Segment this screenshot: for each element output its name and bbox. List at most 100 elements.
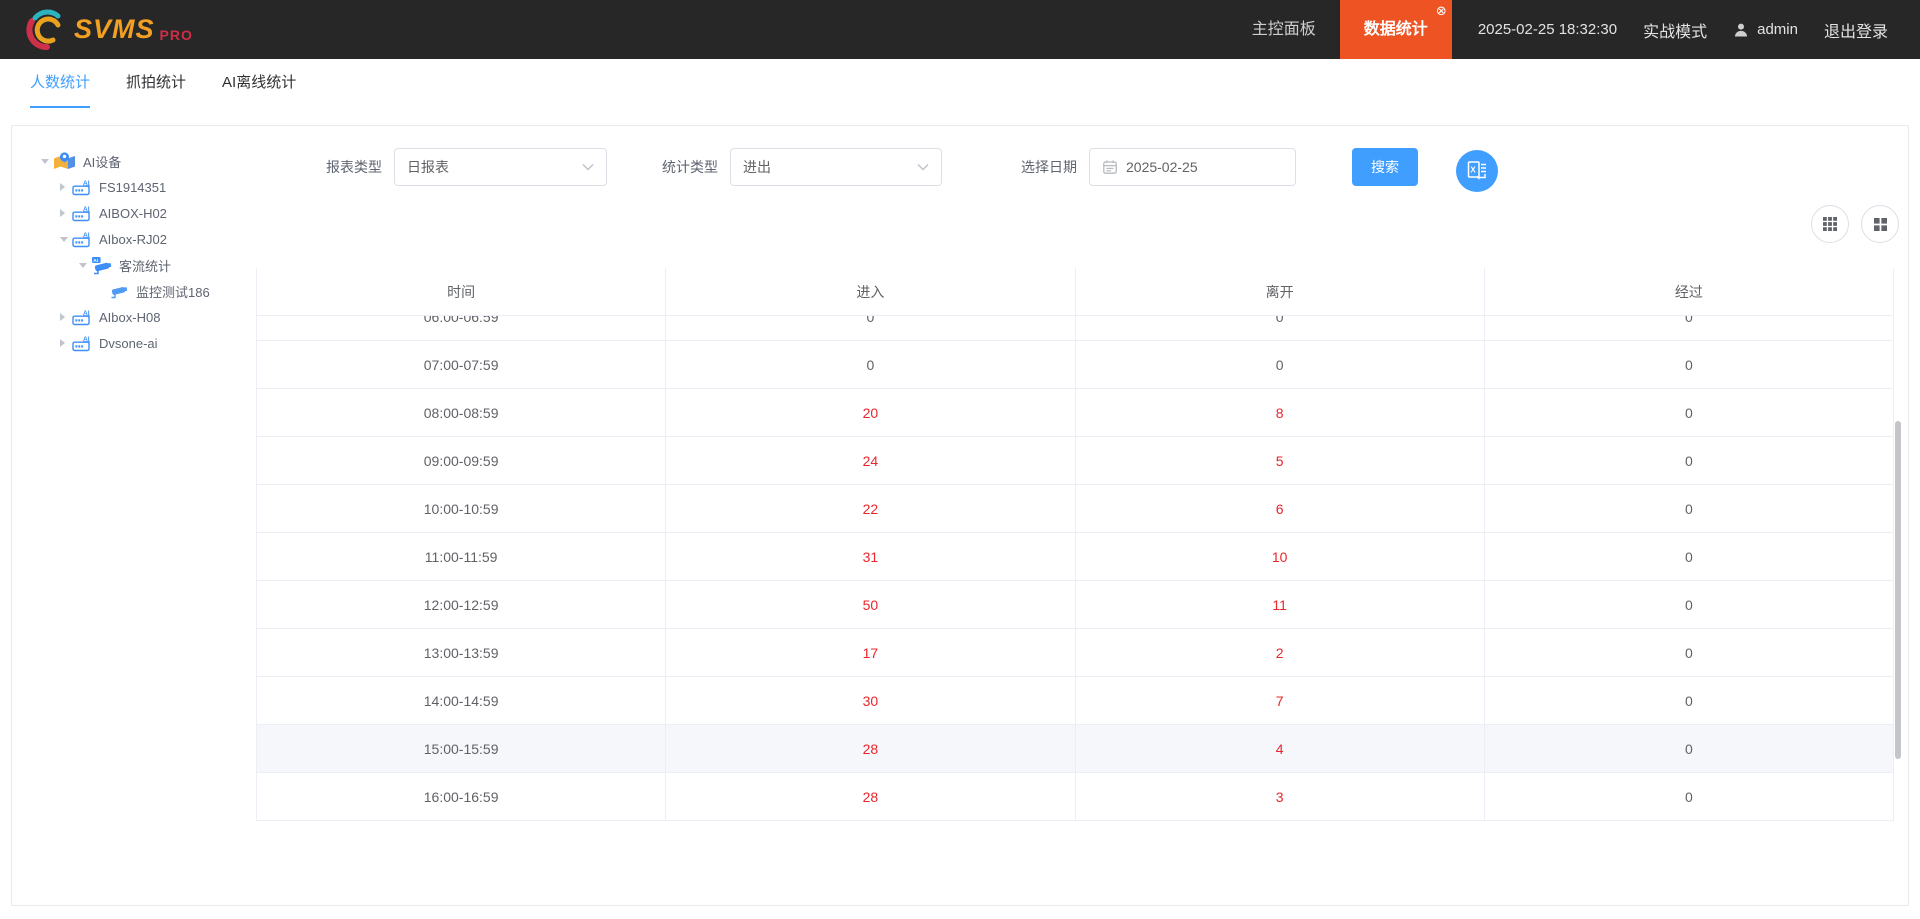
table-header: 时间 进入 离开 经过: [257, 268, 1893, 316]
table-view-button[interactable]: [1811, 205, 1849, 243]
cell-out: 0: [1076, 316, 1485, 340]
cell-pass: 0: [1684, 404, 1693, 421]
cell-out: 10: [1076, 533, 1485, 580]
table-row: 16:00-16:59 28 3 0: [257, 773, 1893, 821]
tree-caret-icon[interactable]: [60, 236, 72, 242]
table-body-scroll-content: 06:00-06:59 0 0 0 07:00-07:59 0 0 0 08:00-08:59 2…: [257, 316, 1893, 821]
logout-button[interactable]: 退出登录: [1824, 18, 1888, 42]
tree-caret-icon[interactable]: [41, 158, 53, 164]
column-header: 进入: [666, 268, 1076, 315]
tab-人数统计[interactable]: 人数统计: [30, 59, 91, 108]
ai-box-icon: AI: [72, 179, 92, 196]
stat-type-label: 统计类型: [662, 159, 718, 175]
tree-node-FS1914351[interactable]: AI FS1914351: [31, 174, 261, 200]
cell-time: 10:00-10:59: [257, 485, 667, 532]
cell-pass: 0: [1684, 692, 1693, 709]
app-root: SVMS PRO 主控面板 数据统计 ⊗ 2025-02-25 18:32:30 实…: [0, 0, 1920, 919]
calendar-icon: [1103, 160, 1117, 174]
table-row: 08:00-08:59 20 8 0: [257, 389, 1893, 437]
stat-type-filter: 统计类型 进出: [662, 148, 942, 186]
tree-node-label: Dvsone-ai: [99, 335, 158, 351]
cell-time: 06:00-06:59: [257, 316, 667, 340]
logo-suffix: PRO: [159, 26, 193, 43]
ai-box-icon: AI: [72, 309, 92, 326]
table-body: 06:00-06:59 0 0 0 07:00-07:59 0 0 0 08:00-08:59 2…: [257, 316, 1893, 821]
nav-item-label: 主控面板: [1251, 21, 1316, 38]
cell-in: 0: [666, 316, 1076, 340]
tree-node-AIbox-H08[interactable]: AI AIbox-H08: [31, 304, 261, 330]
stat-type-value: 进出: [743, 159, 771, 175]
cell-time: 14:00-14:59: [257, 677, 667, 724]
ai-box-icon: AI: [72, 335, 92, 352]
cell-out: 2: [1076, 629, 1485, 676]
report-type-filter: 报表类型 日报表: [326, 148, 607, 186]
top-navigation: 主控面板 数据统计 ⊗: [1228, 0, 1452, 59]
cell-time: 13:00-13:59: [257, 629, 667, 676]
cell-in: 22: [666, 485, 1076, 532]
tree-node-label: AIBOX-H02: [99, 205, 167, 221]
logo: SVMS PRO: [0, 9, 193, 51]
cell-in: 28: [666, 773, 1076, 820]
date-input[interactable]: 2025-02-25: [1089, 148, 1296, 186]
cell-time: 08:00-08:59: [257, 389, 667, 436]
tree-caret-icon[interactable]: [60, 339, 72, 347]
tree-caret-icon[interactable]: [60, 313, 72, 321]
tree-caret-icon[interactable]: [60, 209, 72, 217]
camera-icon: [110, 284, 129, 299]
date-label: 选择日期: [1021, 159, 1077, 175]
card-view-button[interactable]: [1861, 205, 1899, 243]
svg-text:AI: AI: [93, 257, 98, 263]
cell-in: 20: [666, 389, 1076, 436]
cell-out: 6: [1076, 485, 1485, 532]
cell-out: 3: [1076, 773, 1485, 820]
table-row: 15:00-15:59 28 4 0: [257, 725, 1893, 773]
logo-swirl-icon: [26, 9, 61, 50]
nav-item[interactable]: 主控面板: [1228, 0, 1340, 59]
device-tree: AI设备 AI FS1914351 AI AIBOX-H02 AI AIbox-RJ02 AI…: [31, 148, 261, 356]
tree-node-AIbox-RJ02[interactable]: AI AIbox-RJ02: [31, 226, 261, 252]
mode-switch[interactable]: 实战模式: [1643, 18, 1707, 42]
tab-bar: 人数统计 抓拍统计 AI离线统计: [0, 59, 1920, 108]
cell-pass: 0: [1684, 500, 1693, 517]
map-pin-icon: [53, 151, 76, 171]
table-view-icon: [1823, 217, 1837, 231]
cell-in: 30: [666, 677, 1076, 724]
tab-AI离线统计[interactable]: AI离线统计: [222, 59, 296, 108]
table-row: 14:00-14:59 30 7 0: [257, 677, 1893, 725]
tab-抓拍统计[interactable]: 抓拍统计: [126, 59, 186, 108]
tree-caret-icon[interactable]: [60, 183, 72, 191]
report-type-select[interactable]: 日报表: [394, 148, 607, 186]
tree-caret-icon[interactable]: [79, 262, 91, 268]
topbar-right: 2025-02-25 18:32:30 实战模式 admin 退出登录: [1452, 18, 1920, 42]
nav-item[interactable]: 数据统计 ⊗: [1339, 0, 1452, 59]
table-scrollbar-thumb[interactable]: [1895, 421, 1901, 759]
chevron-down-icon: [917, 163, 929, 171]
cell-in: 17: [666, 629, 1076, 676]
topbar: SVMS PRO 主控面板 数据统计 ⊗ 2025-02-25 18:32:30 实…: [0, 0, 1920, 59]
date-filter: 选择日期 2025-02-25: [1021, 148, 1296, 186]
cell-in: 50: [666, 581, 1076, 628]
table-row: 11:00-11:59 31 10 0: [257, 533, 1893, 581]
report-type-label: 报表类型: [326, 159, 382, 175]
table-row: 09:00-09:59 24 5 0: [257, 437, 1893, 485]
tree-node-客流统计[interactable]: AI 客流统计: [31, 252, 261, 278]
tree-node-AI设备[interactable]: AI设备: [31, 148, 261, 174]
cell-time: 11:00-11:59: [257, 533, 667, 580]
tree-node-label: AIbox-RJ02: [99, 231, 167, 247]
cell-pass: 0: [1684, 316, 1693, 325]
table-row: 06:00-06:59 0 0 0: [257, 316, 1893, 341]
tree-node-监控测试186[interactable]: 监控测试186: [31, 278, 261, 304]
tree-node-label: 监控测试186: [136, 284, 210, 300]
table-row: 07:00-07:59 0 0 0: [257, 341, 1893, 389]
tree-node-label: 客流统计: [119, 258, 172, 274]
stat-type-select[interactable]: 进出: [730, 148, 942, 186]
excel-export-button[interactable]: X: [1456, 150, 1498, 192]
user-menu[interactable]: admin: [1733, 21, 1798, 38]
cell-in: 31: [666, 533, 1076, 580]
tree-node-AIBOX-H02[interactable]: AI AIBOX-H02: [31, 200, 261, 226]
table-row: 10:00-10:59 22 6 0: [257, 485, 1893, 533]
cell-pass: 0: [1684, 740, 1693, 757]
close-badge-icon[interactable]: ⊗: [1436, 4, 1447, 17]
search-button[interactable]: 搜索: [1352, 148, 1418, 186]
tree-node-Dvsone-ai[interactable]: AI Dvsone-ai: [31, 330, 261, 356]
